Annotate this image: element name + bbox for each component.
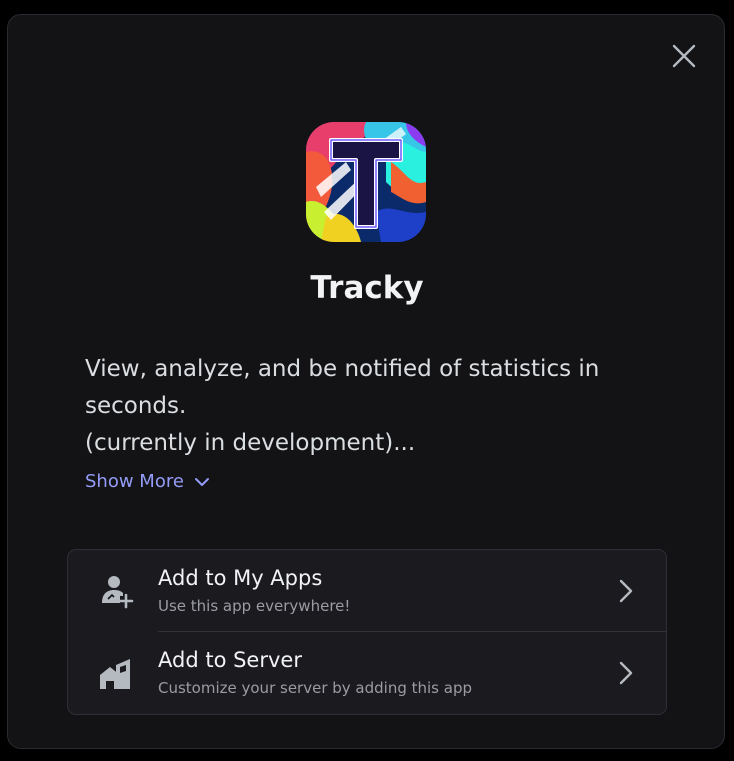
server-add-icon xyxy=(98,655,134,691)
app-icon xyxy=(306,122,426,242)
add-to-my-apps-subtitle: Use this app everywhere! xyxy=(158,597,351,615)
chevron-down-icon xyxy=(194,478,209,486)
close-icon xyxy=(672,44,696,68)
app-description: View, analyze, and be notified of statis… xyxy=(85,356,600,456)
add-to-my-apps-button[interactable]: Add to My Apps Use this app everywhere! xyxy=(68,550,666,632)
chevron-right-icon xyxy=(619,661,633,685)
add-to-server-button[interactable]: Add to Server Customize your server by a… xyxy=(68,632,666,714)
close-button[interactable] xyxy=(670,42,698,70)
user-add-icon xyxy=(98,573,134,609)
add-to-my-apps-title: Add to My Apps xyxy=(158,566,323,590)
chevron-right-icon xyxy=(619,579,633,603)
app-authorize-modal: Tracky View, analyze, and be notified of… xyxy=(7,14,725,749)
app-name: Tracky xyxy=(310,270,424,306)
show-more-label: Show More xyxy=(85,471,184,492)
show-more-link[interactable]: Show More xyxy=(85,468,210,496)
add-to-server-subtitle: Customize your server by adding this app xyxy=(158,679,472,697)
add-to-server-title: Add to Server xyxy=(158,648,302,672)
install-options: Add to My Apps Use this app everywhere! … xyxy=(67,549,667,715)
